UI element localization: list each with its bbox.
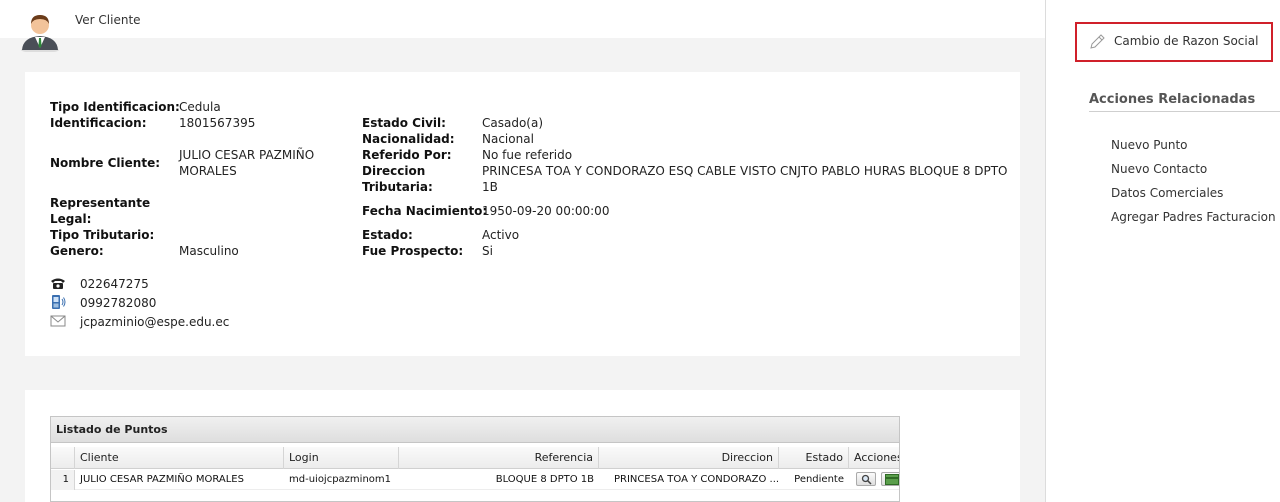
column-header-cliente[interactable]: Cliente [75,447,284,469]
cell-cliente: JULIO CESAR PAZMIÑO MORALES [80,474,244,485]
column-header-direccion[interactable]: Direccion [599,447,779,469]
column-header-login[interactable]: Login [284,447,399,469]
tipo-identificacion-value: Cedula [179,100,221,114]
page-title: Ver Cliente [75,13,141,27]
nacionalidad-label: Nacionalidad: [362,132,455,146]
table-row[interactable]: 1 JULIO CESAR PAZMIÑO MORALES md-uiojcpa… [51,470,899,490]
referido-value: No fue referido [482,148,573,162]
estado-civil-label: Estado Civil: [362,116,446,130]
points-grid: Listado de Puntos Cliente Login Referenc… [50,416,900,502]
direccion-label-line2: Tributaria: [362,180,433,194]
estado-civil-value: Casado(a) [482,116,544,130]
tipo-identificacion-label: Tipo Identificacion: [50,100,180,114]
phone-number: 022647275 [80,277,149,291]
identificacion-label: Identificacion: [50,116,147,130]
cambio-razon-social-label: Cambio de Razon Social [1114,34,1259,48]
direccion-value-line1: PRINCESA TOA Y CONDORAZO ESQ CABLE VISTO… [482,164,1008,178]
row-number: 1 [51,470,75,490]
main-area: Ver Cliente Tipo Identificacion: Cedula … [0,0,1046,502]
direccion-label-line1: Direccion [362,164,426,178]
card-action-button[interactable] [881,472,899,486]
magnifier-icon [861,474,872,485]
fecha-nacimiento-label: Fecha Nacimiento: [362,204,488,218]
nacionalidad-value: Nacional [482,132,534,146]
page-header: Ver Cliente [0,0,1045,52]
prospecto-label: Fue Prospecto: [362,244,464,258]
mobile-number: 0992782080 [80,296,157,310]
identificacion-value: 1801567395 [179,116,256,130]
referido-label: Referido Por: [362,148,452,162]
genero-value: Masculino [179,244,239,258]
agregar-padres-facturacion-link[interactable]: Agregar Padres Facturacion [1111,210,1276,224]
nombre-cliente-value-line2: MORALES [179,164,237,178]
email-icon [50,315,66,327]
card-icon [885,474,899,485]
phone-icon [51,278,65,289]
user-avatar-icon [21,15,59,52]
rownum-header [51,447,75,469]
cell-login: md-uiojcpazminom1 [289,474,392,485]
cell-direccion: PRINCESA TOA Y CONDORAZO ... [614,474,780,485]
acciones-relacionadas-title: Acciones Relacionadas [1089,92,1256,107]
side-divider [1089,111,1280,112]
nuevo-punto-link[interactable]: Nuevo Punto [1111,138,1188,152]
prospecto-value: Si [482,244,493,258]
column-header-referencia[interactable]: Referencia [399,447,599,469]
direccion-value-line2: 1B [482,180,498,194]
grid-title: Listado de Puntos [51,417,899,443]
estado-value: Activo [482,228,520,242]
pencil-icon [1090,34,1105,49]
grid-header: Cliente Login Referencia Direccion Estad… [51,447,899,469]
cambio-razon-social-button[interactable]: Cambio de Razon Social [1075,22,1273,62]
nombre-cliente-label: Nombre Cliente: [50,156,161,170]
view-action-button[interactable] [856,472,876,486]
email-address: jcpazminio@espe.edu.ec [80,315,230,329]
mobile-icon [52,295,66,309]
column-header-estado[interactable]: Estado [779,447,849,469]
estado-label: Estado: [362,228,413,242]
representante-label-line2: Legal: [50,212,92,226]
cell-referencia: BLOQUE 8 DPTO 1B [495,474,594,485]
representante-label-line1: Representante [50,196,151,210]
fecha-nacimiento-value: 1950-09-20 00:00:00 [482,204,610,218]
nuevo-contacto-link[interactable]: Nuevo Contacto [1111,162,1207,176]
cell-estado: Pendiente [794,474,844,485]
nombre-cliente-value-line1: JULIO CESAR PAZMIÑO [179,148,315,162]
genero-label: Genero: [50,244,104,258]
column-header-acciones[interactable]: Acciones [849,447,899,469]
tipo-tributario-label: Tipo Tributario: [50,228,155,242]
datos-comerciales-link[interactable]: Datos Comerciales [1111,186,1223,200]
